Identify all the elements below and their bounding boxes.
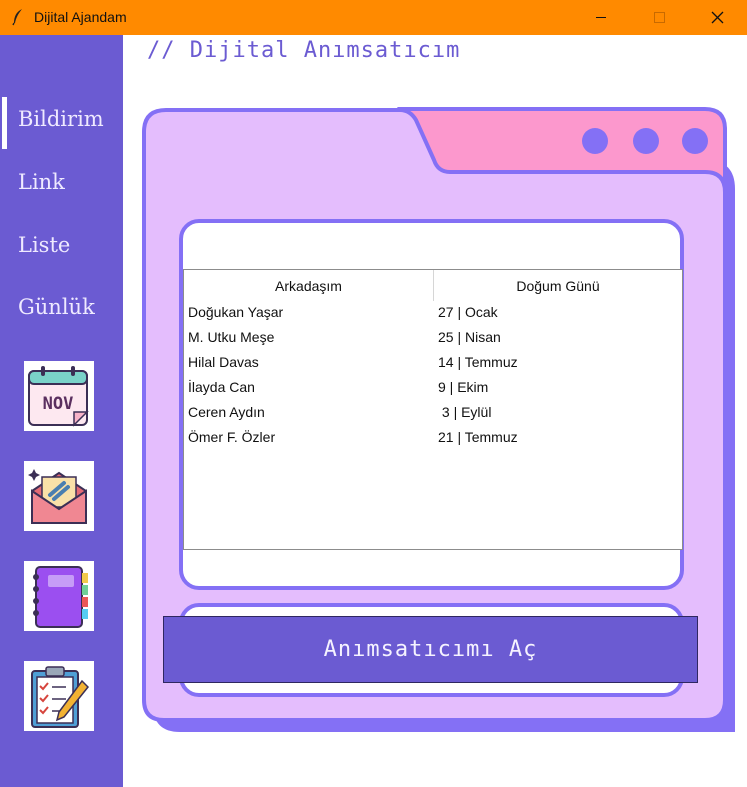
table-cell-name: İlayda Can [188, 379, 255, 395]
table-cell-name: Doğukan Yaşar [188, 304, 284, 320]
birthday-table[interactable]: Arkadaşım Doğum Günü Doğukan Yaşar 27 | … [183, 269, 683, 550]
table-cell-birthday: 25 | Nisan [438, 329, 501, 345]
table-cell-name: Ömer F. Özler [188, 429, 276, 445]
folder-dot-1 [582, 128, 608, 154]
table-cell-birthday: 3 | Eylül [438, 404, 492, 420]
table-cell-name: Hilal Davas [188, 354, 259, 370]
table-cell-name: M. Utku Meşe [188, 329, 275, 345]
table-cell-name: Ceren Aydın [188, 404, 265, 420]
folder-dot-3 [682, 128, 708, 154]
table-cell-birthday: 27 | Ocak [438, 304, 498, 320]
table-cell-birthday: 9 | Ekim [438, 379, 489, 395]
column-header-dogum-gunu[interactable]: Doğum Günü [433, 270, 683, 301]
table-cell-birthday: 21 | Temmuz [438, 429, 518, 445]
folder-dot-2 [633, 128, 659, 154]
table-cell-birthday: 14 | Temmuz [438, 354, 518, 370]
column-header-arkadasim[interactable]: Arkadaşım [184, 270, 434, 301]
open-reminder-button[interactable]: Anımsatıcımı Aç [163, 616, 698, 683]
